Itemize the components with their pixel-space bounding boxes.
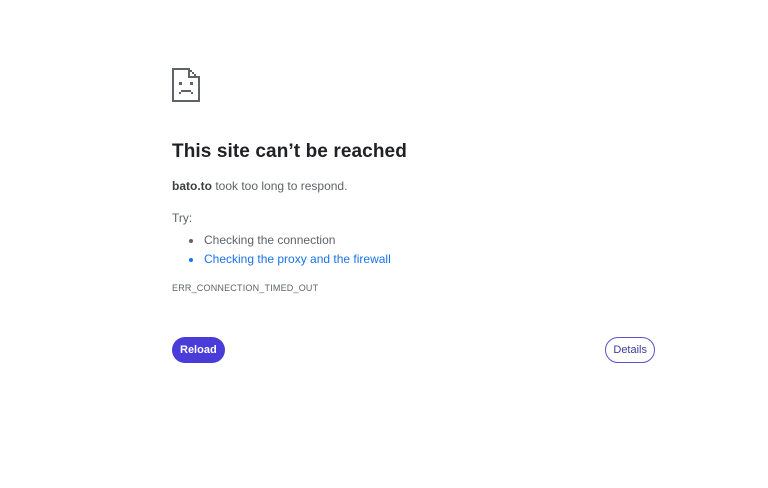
- error-code: ERR_CONNECTION_TIMED_OUT: [172, 283, 319, 293]
- bullet-icon: [189, 239, 193, 243]
- suggestion-label: Checking the connection: [204, 233, 336, 247]
- try-label: Try:: [172, 211, 193, 225]
- details-button[interactable]: Details: [605, 337, 655, 363]
- error-message-text: took too long to respond.: [212, 179, 348, 193]
- error-content: This site can’t be reached bato.to took …: [172, 68, 656, 293]
- button-row: Reload Details: [172, 337, 656, 363]
- bullet-icon: [189, 258, 193, 262]
- host-name: bato.to: [172, 179, 212, 193]
- sad-document-icon: [172, 68, 200, 102]
- page-title: This site can’t be reached: [172, 141, 407, 162]
- error-message: bato.to took too long to respond.: [172, 179, 656, 193]
- suggestion-check-connection: Checking the connection: [189, 231, 656, 250]
- check-proxy-firewall-link[interactable]: Checking the proxy and the firewall: [204, 252, 391, 266]
- suggestion-check-proxy: Checking the proxy and the firewall: [189, 250, 656, 269]
- reload-button[interactable]: Reload: [172, 337, 225, 363]
- suggestions-list: Checking the connection Checking the pro…: [172, 231, 656, 269]
- error-page: This site can’t be reached bato.to took …: [0, 0, 768, 488]
